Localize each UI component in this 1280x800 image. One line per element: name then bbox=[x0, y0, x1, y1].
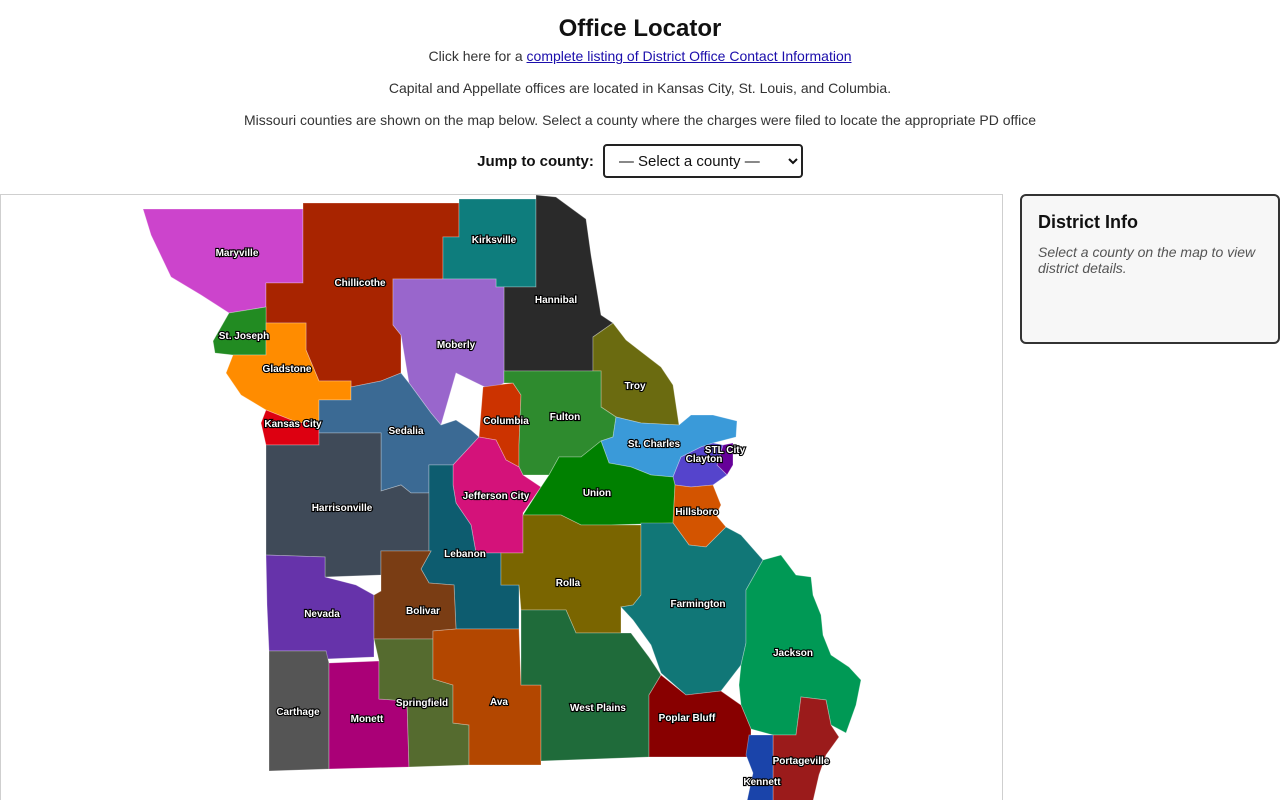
county-map-svg: Maryville Chillicothe Kirksville Hanniba… bbox=[142, 195, 862, 800]
label-st-joseph: St. Joseph bbox=[219, 331, 270, 342]
label-clayton: Clayton bbox=[686, 454, 723, 465]
missouri-map: Maryville Chillicothe Kirksville Hanniba… bbox=[0, 194, 1003, 800]
label-sedalia: Sedalia bbox=[388, 426, 423, 437]
district-info-panel: District Info Select a county on the map… bbox=[1020, 194, 1280, 344]
county-select[interactable]: — Select a county — bbox=[602, 144, 803, 178]
label-fulton: Fulton bbox=[550, 412, 581, 423]
label-springfield: Springfield bbox=[396, 698, 448, 709]
label-chillicothe: Chillicothe bbox=[334, 278, 386, 289]
label-kennett: Kennett bbox=[743, 777, 781, 788]
jump-label: Jump to county: bbox=[477, 152, 594, 170]
label-columbia: Columbia bbox=[483, 416, 529, 427]
district-listing-link[interactable]: complete listing of District Office Cont… bbox=[527, 48, 852, 64]
page-title: Office Locator bbox=[558, 15, 722, 42]
label-kirksville: Kirksville bbox=[472, 235, 517, 246]
label-gladstone: Gladstone bbox=[263, 364, 312, 375]
label-harrisonville: Harrisonville bbox=[312, 503, 373, 514]
district-kennett[interactable] bbox=[745, 734, 774, 800]
label-kansas-city: Kansas City bbox=[264, 419, 322, 430]
map-note: Missouri counties are shown on the map b… bbox=[244, 112, 1036, 128]
label-carthage: Carthage bbox=[276, 707, 320, 718]
district-info-text: Select a county on the map to view distr… bbox=[1038, 244, 1256, 276]
district-troy[interactable] bbox=[592, 322, 680, 426]
label-maryville: Maryville bbox=[216, 248, 259, 259]
district-west-plains[interactable] bbox=[520, 609, 662, 762]
label-st-charles: St. Charles bbox=[628, 439, 681, 450]
jump-to-county: Jump to county: — Select a county — bbox=[0, 144, 1280, 178]
label-troy: Troy bbox=[624, 381, 646, 392]
label-west-plains: West Plains bbox=[570, 703, 626, 714]
label-bolivar: Bolivar bbox=[406, 606, 440, 617]
label-union: Union bbox=[583, 488, 611, 499]
listing-prefix: Click here for a bbox=[428, 48, 527, 64]
label-hillsboro: Hillsboro bbox=[675, 507, 718, 518]
capital-note: Capital and Appellate offices are locate… bbox=[388, 80, 892, 96]
label-hannibal: Hannibal bbox=[535, 295, 577, 306]
label-portageville: Portageville bbox=[773, 756, 830, 767]
label-poplar-bluff: Poplar Bluff bbox=[659, 713, 716, 724]
label-moberly: Moberly bbox=[437, 340, 476, 351]
label-jackson: Jackson bbox=[773, 648, 813, 659]
label-farmington: Farmington bbox=[671, 599, 726, 610]
label-nevada: Nevada bbox=[304, 609, 340, 620]
listing-line: Click here for a complete listing of Dis… bbox=[0, 48, 1280, 64]
district-info-heading: District Info bbox=[1038, 212, 1139, 232]
label-ava: Ava bbox=[490, 697, 508, 708]
label-lebanon: Lebanon bbox=[444, 549, 486, 560]
label-monett: Monett bbox=[351, 714, 384, 725]
label-rolla: Rolla bbox=[556, 578, 581, 589]
label-jefferson-city: Jefferson City bbox=[463, 491, 530, 502]
